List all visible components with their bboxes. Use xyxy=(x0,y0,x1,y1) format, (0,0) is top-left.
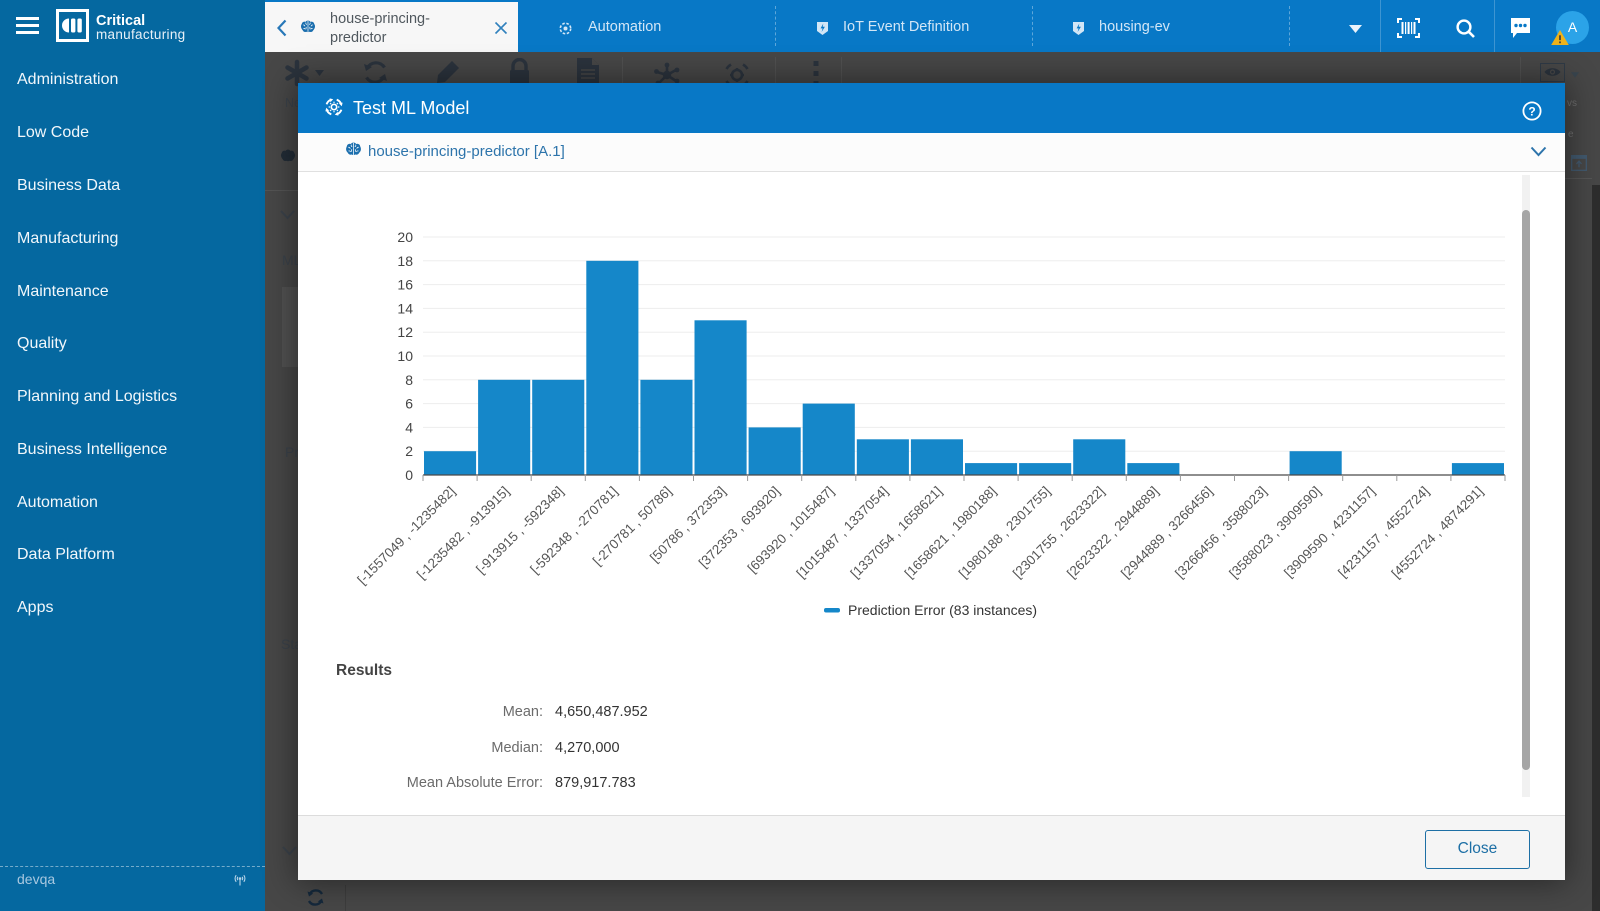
svg-text:[2944889 , 3266456]: [2944889 , 3266456] xyxy=(1118,484,1215,581)
svg-text:14: 14 xyxy=(397,300,413,316)
svg-text:16: 16 xyxy=(397,277,413,293)
svg-text:[1337054 , 1658621]: [1337054 , 1658621] xyxy=(848,484,945,581)
svg-text:[1980188 , 2301755]: [1980188 , 2301755] xyxy=(956,484,1053,581)
svg-text:4: 4 xyxy=(405,419,413,435)
svg-text:12: 12 xyxy=(397,324,413,340)
svg-text:0: 0 xyxy=(405,467,413,483)
svg-text:[1658621 , 1980188]: [1658621 , 1980188] xyxy=(902,484,999,581)
svg-text:[2301755 , 2623322]: [2301755 , 2623322] xyxy=(1010,484,1107,581)
svg-text:[-1235482 , -913915]: [-1235482 , -913915] xyxy=(414,484,513,583)
svg-text:8: 8 xyxy=(405,372,413,388)
svg-text:?: ? xyxy=(1528,104,1535,118)
svg-text:[4552724 , 4874291]: [4552724 , 4874291] xyxy=(1389,484,1486,581)
svg-text:18: 18 xyxy=(397,253,413,269)
svg-text:20: 20 xyxy=(397,229,413,245)
svg-text:[1015487 , 1337054]: [1015487 , 1337054] xyxy=(793,484,890,581)
svg-text:[-1557049 , -1235482]: [-1557049 , -1235482] xyxy=(354,484,458,588)
svg-text:Prediction Error (83 instances: Prediction Error (83 instances) xyxy=(848,602,1037,618)
svg-text:[3909590 , 4231157]: [3909590 , 4231157] xyxy=(1281,484,1378,581)
svg-text:[4231157 , 4552724]: [4231157 , 4552724] xyxy=(1335,484,1432,581)
svg-text:2: 2 xyxy=(405,443,413,459)
svg-text:10: 10 xyxy=(397,348,413,364)
svg-text:[3588023 , 3909590]: [3588023 , 3909590] xyxy=(1226,484,1323,581)
svg-text:6: 6 xyxy=(405,396,413,412)
svg-text:[2623322 , 2944889]: [2623322 , 2944889] xyxy=(1064,484,1161,581)
svg-text:[3266456 , 3588023]: [3266456 , 3588023] xyxy=(1172,484,1269,581)
